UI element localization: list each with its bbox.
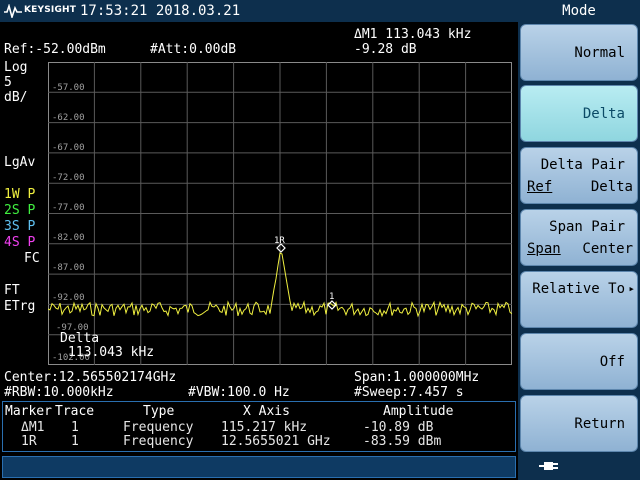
row-x-axis: 12.5655021 GHz bbox=[221, 434, 331, 449]
y-tick-label: -57.00 bbox=[52, 83, 85, 93]
center-frequency: Center:12.565502174GHz bbox=[4, 370, 177, 385]
span-pair-button[interactable]: Span Pair Span Center bbox=[520, 209, 638, 266]
button-label: Relative To bbox=[532, 281, 625, 297]
delta-label: Delta bbox=[60, 331, 100, 346]
sweep-time: #Sweep:7.457 s bbox=[354, 385, 464, 400]
attenuation: #Att:0.00dB bbox=[150, 42, 237, 57]
trace-1-indicator: 1W P bbox=[4, 187, 36, 202]
analyzer-screen: KEYSIGHT 17:53:21 2018.03.21 Ref:-52.00d… bbox=[0, 0, 640, 480]
y-tick-label: -62.00 bbox=[52, 113, 85, 123]
keysight-logo-icon bbox=[3, 3, 23, 19]
normal-button[interactable]: Normal bbox=[520, 24, 638, 81]
y-tick-label: -82.00 bbox=[52, 233, 85, 243]
return-button[interactable]: Return bbox=[520, 395, 638, 452]
marker-table[interactable]: Marker Trace Type X Axis Amplitude ΔM1 1… bbox=[2, 401, 516, 452]
y-tick-label: -72.00 bbox=[52, 173, 85, 183]
row-trace: 1 bbox=[71, 434, 79, 449]
trace-4-indicator: 4S P bbox=[4, 235, 36, 250]
button-label: Return bbox=[574, 416, 625, 432]
y-tick-label: -92.00 bbox=[52, 293, 85, 303]
status-bar bbox=[2, 456, 516, 478]
submenu-arrow-icon: ▸ bbox=[628, 282, 635, 295]
off-button[interactable]: Off bbox=[520, 333, 638, 390]
trigger-indicator: ETrg bbox=[4, 299, 36, 314]
delta-button[interactable]: Delta bbox=[520, 85, 638, 142]
col-header-x-axis: X Axis bbox=[243, 404, 290, 419]
y-tick-label: -77.00 bbox=[52, 203, 85, 213]
marker-1r-label: 1R bbox=[274, 236, 285, 246]
marker-1[interactable]: 1 bbox=[327, 292, 337, 310]
row-marker: 1R bbox=[21, 434, 37, 449]
freq-count-indicator: FC bbox=[24, 251, 40, 266]
date-time: 17:53:21 2018.03.21 bbox=[80, 3, 241, 19]
row-type: Frequency bbox=[123, 434, 194, 449]
button-label: Span Pair bbox=[549, 219, 625, 235]
span: Span:1.000000MHz bbox=[354, 370, 480, 385]
marker-readout-amplitude: -9.28 dB bbox=[354, 42, 417, 57]
col-header-amplitude: Amplitude bbox=[383, 404, 454, 419]
menu-title: Mode bbox=[562, 3, 596, 19]
scale-unit: dB/ bbox=[4, 90, 28, 105]
row-marker: ΔM1 bbox=[21, 420, 45, 435]
ft-indicator: FT bbox=[4, 283, 20, 298]
option-ref: Ref bbox=[527, 179, 553, 195]
row-x-axis: 115.217 kHz bbox=[221, 420, 308, 435]
reference-level: Ref:-52.00dBm bbox=[4, 42, 106, 57]
col-header-marker: Marker bbox=[5, 404, 52, 419]
option-center: Center bbox=[582, 241, 633, 257]
row-type: Frequency bbox=[123, 420, 194, 435]
scale-type: Log bbox=[4, 60, 28, 75]
button-label: Delta bbox=[582, 106, 625, 122]
button-label: Off bbox=[599, 354, 625, 370]
marker-readout-frequency: ΔM1 113.043 kHz bbox=[354, 27, 472, 42]
row-trace: 1 bbox=[71, 420, 79, 435]
trace-2-indicator: 2S P bbox=[4, 203, 36, 218]
button-label: Normal bbox=[574, 45, 625, 61]
delta-value: 113.043 kHz bbox=[68, 345, 155, 360]
video-bandwidth: #VBW:100.0 Hz bbox=[188, 385, 290, 400]
top-bar: KEYSIGHT 17:53:21 2018.03.21 bbox=[0, 0, 518, 22]
button-label: Delta Pair bbox=[540, 157, 625, 173]
col-header-type: Type bbox=[143, 404, 175, 419]
power-plug-icon bbox=[538, 458, 560, 477]
resolution-bandwidth: #RBW:10.000kHz bbox=[4, 385, 114, 400]
spectrum-plot: 1R 1 bbox=[48, 62, 512, 365]
row-amplitude: -10.89 dB bbox=[363, 420, 434, 435]
option-delta: Delta bbox=[590, 179, 633, 195]
y-tick-label: -87.00 bbox=[52, 263, 85, 273]
grid-lines bbox=[48, 62, 512, 365]
trace-3-indicator: 3S P bbox=[4, 219, 36, 234]
delta-pair-button[interactable]: Delta Pair Ref Delta bbox=[520, 147, 638, 204]
relative-to-button[interactable]: Relative To ▸ bbox=[520, 271, 638, 328]
softkey-menu: Mode Normal Delta Delta Pair Ref Delta S… bbox=[518, 0, 640, 480]
marker-1-label: 1 bbox=[329, 292, 334, 302]
detector-mode: LgAv bbox=[4, 155, 36, 170]
option-span: Span bbox=[527, 241, 561, 257]
brand-name: KEYSIGHT bbox=[24, 5, 77, 15]
row-amplitude: -83.59 dBm bbox=[363, 434, 442, 449]
scale-value: 5 bbox=[4, 75, 12, 90]
col-header-trace: Trace bbox=[55, 404, 95, 419]
y-tick-label: -67.00 bbox=[52, 143, 85, 153]
